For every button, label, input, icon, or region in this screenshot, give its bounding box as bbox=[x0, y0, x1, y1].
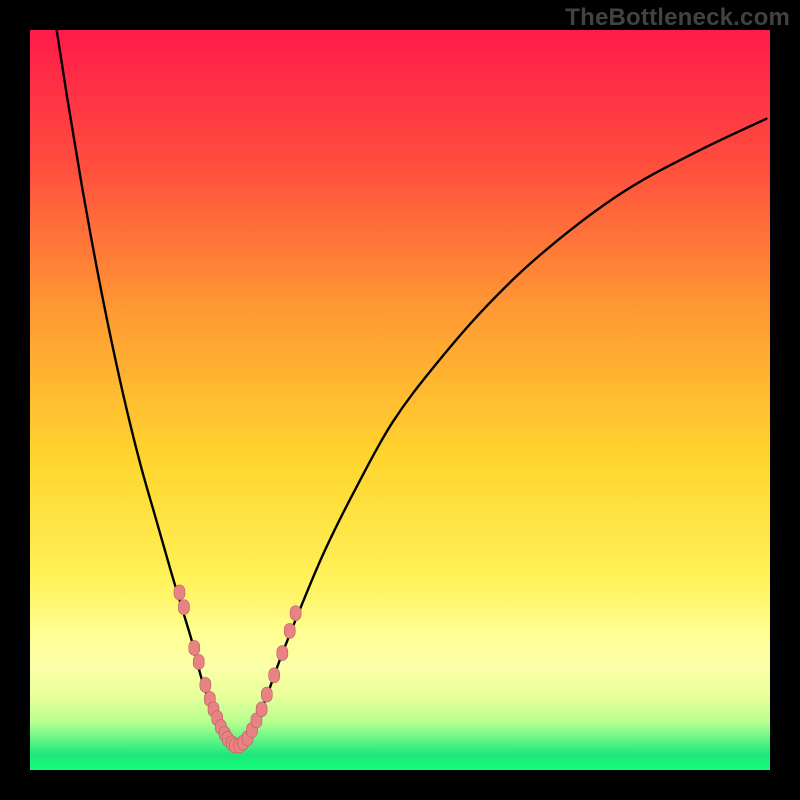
data-marker bbox=[200, 677, 211, 692]
data-marker bbox=[261, 687, 272, 702]
data-marker bbox=[174, 585, 185, 600]
chart-frame: TheBottleneck.com bbox=[0, 0, 800, 800]
left-curve bbox=[57, 30, 236, 747]
data-marker bbox=[193, 654, 204, 669]
plot-area bbox=[30, 30, 770, 770]
attribution-text: TheBottleneck.com bbox=[565, 4, 790, 32]
data-marker bbox=[277, 646, 288, 661]
data-marker bbox=[290, 606, 301, 621]
data-marker bbox=[256, 702, 267, 717]
data-marker bbox=[189, 640, 200, 655]
marker-cluster-right bbox=[234, 606, 301, 753]
data-marker bbox=[284, 623, 295, 638]
chart-curves bbox=[30, 30, 770, 770]
marker-cluster-left bbox=[174, 585, 241, 753]
data-marker bbox=[178, 600, 189, 615]
data-marker bbox=[269, 668, 280, 683]
right-curve bbox=[236, 119, 767, 748]
